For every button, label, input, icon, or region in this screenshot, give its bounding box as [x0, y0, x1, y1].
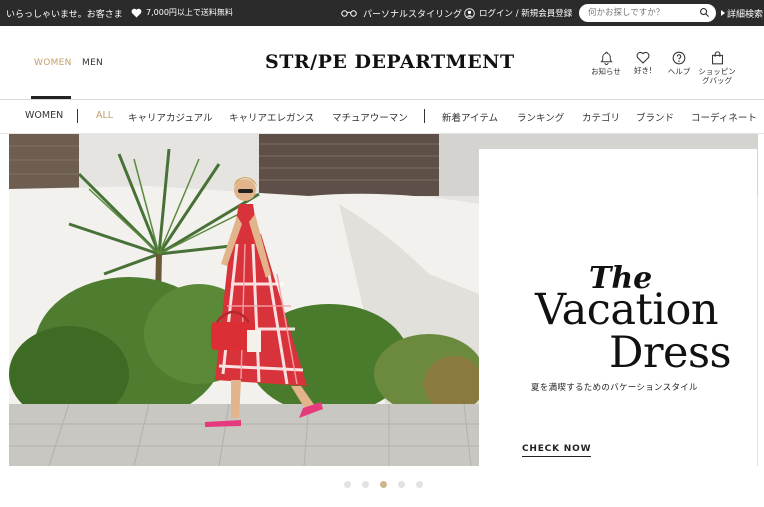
carousel-dot-2[interactable] [362, 481, 369, 488]
notifications-label: お知らせ [591, 67, 621, 76]
nav-item-category[interactable]: カテゴリ [582, 110, 620, 124]
nav-item-mature-woman[interactable]: マチュアウーマン [332, 110, 408, 124]
hero-subtitle: 夏を満喫するためのバケーションスタイル [531, 383, 698, 393]
nav-item-brand[interactable]: ブランド [636, 110, 674, 124]
promo-card: The Vacation Dress 夏を満喫するためのバケーションスタイル C… [479, 149, 757, 466]
greeting-text: いらっしゃいませ。お客さま [6, 10, 123, 20]
nav-separator [77, 109, 78, 123]
heart-icon [636, 51, 650, 64]
personal-styling-link[interactable]: パーソナルスタイリング [340, 7, 462, 20]
search-icon[interactable] [699, 7, 710, 18]
shopping-bag-button[interactable]: ショッピングバッグ [695, 51, 739, 85]
carousel-dot-4[interactable] [398, 481, 405, 488]
nav-item-new-arrivals[interactable]: 新着アイテム [442, 110, 498, 124]
search-box [579, 4, 716, 22]
glasses-icon [341, 10, 357, 17]
bell-icon [599, 51, 613, 65]
nav-item-coordinate[interactable]: コーディネート [691, 110, 757, 124]
category-nav: WOMEN ALL キャリアカジュアル キャリアエレガンス マチュアウーマン 新… [0, 100, 764, 133]
advanced-search-link[interactable]: 詳細検索 [721, 7, 763, 20]
hero-title-dress: Dress [609, 328, 732, 378]
notifications-button[interactable]: お知らせ [586, 51, 626, 77]
gender-tab-women[interactable]: WOMEN [34, 58, 72, 68]
bag-icon [711, 51, 723, 65]
check-now-button[interactable]: CHECK NOW [522, 444, 592, 457]
search-input[interactable] [579, 4, 691, 22]
carousel-dot-3[interactable] [380, 481, 387, 488]
top-bar: いらっしゃいませ。お客さま 7,000円以上で送料無料 パーソナルスタイリング … [0, 0, 764, 26]
advanced-search-label: 詳細検索 [727, 10, 764, 20]
shopping-bag-label: ショッピングバッグ [698, 67, 736, 85]
nav-item-career-casual[interactable]: キャリアカジュアル [128, 110, 213, 124]
site-logo[interactable]: STR/PE DEPARTMENT [265, 51, 515, 73]
heart-icon [131, 8, 142, 18]
nav-separator [424, 109, 425, 123]
hero-banner[interactable]: The Vacation Dress 夏を満喫するためのバケーションスタイル C… [9, 134, 758, 466]
carousel-dots [344, 481, 423, 488]
carousel-dot-5[interactable] [416, 481, 423, 488]
user-icon [464, 7, 475, 19]
login-link[interactable]: ログイン / 新規会員登録 [464, 7, 572, 19]
personal-styling-label: パーソナルスタイリング [363, 10, 463, 20]
help-label: ヘルプ [667, 67, 691, 76]
login-label: ログイン / 新規会員登録 [479, 9, 573, 19]
carousel-dot-1[interactable] [344, 481, 351, 488]
gender-tab-men[interactable]: MEN [82, 58, 103, 68]
nav-item-ranking[interactable]: ランキング [517, 110, 564, 124]
arrow-right-icon [721, 10, 725, 16]
favorites-button[interactable]: 好き! [623, 51, 663, 76]
free-shipping-text: 7,000円以上で送料無料 [146, 8, 233, 17]
favorites-label: 好き! [633, 66, 652, 75]
nav-item-women[interactable]: WOMEN [25, 110, 63, 121]
nav-item-all[interactable]: ALL [96, 110, 113, 121]
nav-item-career-elegance[interactable]: キャリアエレガンス [229, 110, 314, 124]
free-shipping-notice: 7,000円以上で送料無料 [131, 7, 233, 18]
help-icon [672, 51, 686, 65]
help-button[interactable]: ヘルプ [659, 51, 699, 77]
